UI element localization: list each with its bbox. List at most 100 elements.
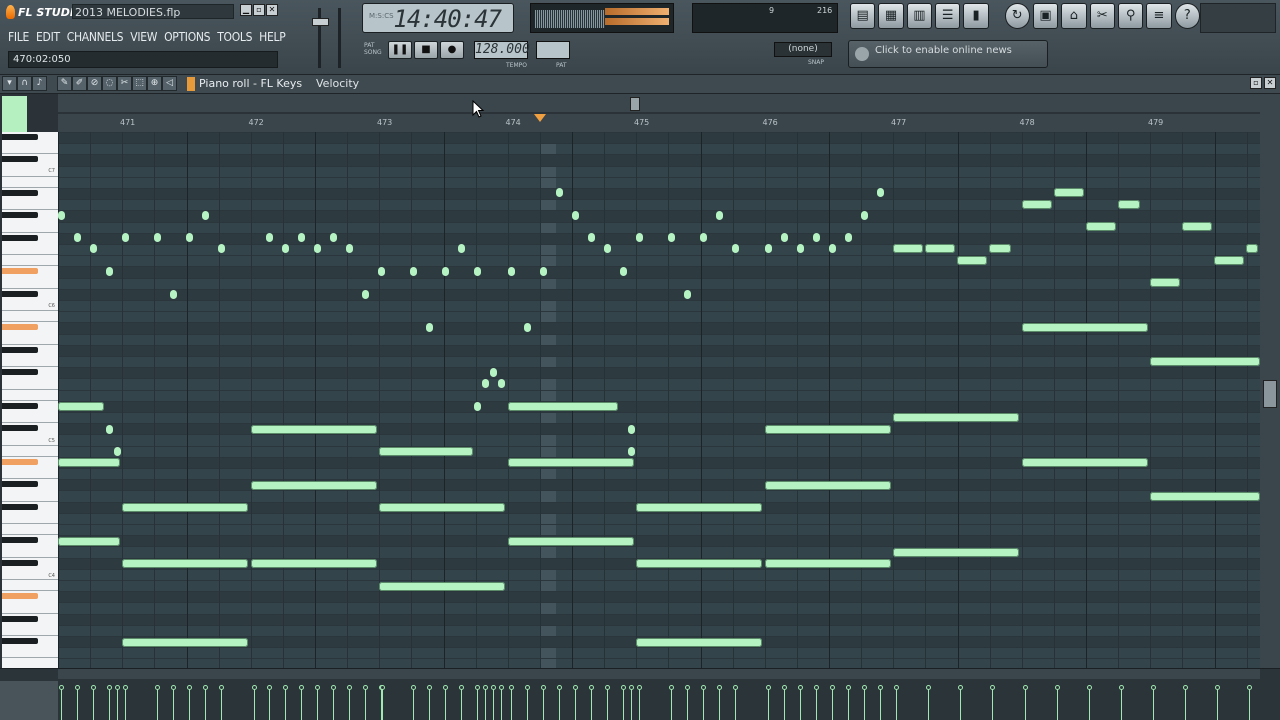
- short-note[interactable]: [106, 267, 113, 276]
- short-note[interactable]: [813, 233, 820, 242]
- keyboard-view-tools[interactable]: [30, 96, 56, 132]
- white-key[interactable]: [2, 412, 58, 424]
- velocity-bar[interactable]: [527, 688, 528, 720]
- note[interactable]: [765, 481, 891, 490]
- velocity-handle[interactable]: [1023, 685, 1028, 690]
- black-key[interactable]: [2, 402, 38, 409]
- short-note[interactable]: [170, 290, 177, 299]
- velocity-handle[interactable]: [541, 685, 546, 690]
- short-note[interactable]: [74, 233, 81, 242]
- short-note[interactable]: [540, 267, 547, 276]
- velocity-bar[interactable]: [1089, 688, 1090, 720]
- black-key[interactable]: [2, 503, 38, 510]
- velocity-bar[interactable]: [317, 688, 318, 720]
- short-note[interactable]: [58, 211, 65, 220]
- note[interactable]: [1150, 357, 1260, 366]
- white-key[interactable]: [2, 390, 58, 401]
- velocity-bar[interactable]: [205, 688, 206, 720]
- velocity-bar[interactable]: [1057, 688, 1058, 720]
- velocity-bar[interactable]: [928, 688, 929, 720]
- menu-arrow-icon[interactable]: ▾: [2, 76, 17, 91]
- note[interactable]: [251, 425, 377, 434]
- help-icon[interactable]: ?: [1174, 3, 1201, 29]
- note[interactable]: [379, 582, 505, 591]
- black-key[interactable]: [2, 190, 38, 196]
- velocity-bar[interactable]: [575, 688, 576, 720]
- velocity-bar[interactable]: [631, 688, 632, 720]
- save-icon[interactable]: ▣: [1032, 3, 1059, 29]
- note[interactable]: [1022, 458, 1148, 467]
- note[interactable]: [636, 559, 762, 568]
- menu-options[interactable]: OPTIONS: [164, 28, 210, 46]
- short-note[interactable]: [877, 188, 884, 197]
- pause-button[interactable]: ❚❚: [388, 41, 412, 59]
- velocity-bar[interactable]: [607, 688, 608, 720]
- white-key[interactable]: [2, 244, 58, 256]
- white-key[interactable]: [2, 177, 58, 188]
- velocity-bar[interactable]: [125, 688, 126, 720]
- white-key[interactable]: [2, 278, 58, 289]
- white-key[interactable]: [2, 378, 58, 390]
- black-key[interactable]: [2, 346, 38, 353]
- velocity-handle[interactable]: [459, 685, 464, 690]
- white-key[interactable]: [2, 546, 58, 558]
- velocity-bar[interactable]: [269, 688, 270, 720]
- menu-channels[interactable]: CHANNELS: [67, 28, 124, 46]
- velocity-bar[interactable]: [1121, 688, 1122, 720]
- velocity-bar[interactable]: [501, 688, 502, 720]
- velocity-handle[interactable]: [669, 685, 674, 690]
- short-note[interactable]: [765, 244, 772, 253]
- velocity-handle[interactable]: [1151, 685, 1156, 690]
- tempo-display[interactable]: 128.000: [474, 41, 530, 59]
- velocity-handle[interactable]: [331, 685, 336, 690]
- velocity-handle[interactable]: [315, 685, 320, 690]
- white-key[interactable]: [2, 658, 58, 668]
- velocity-bar[interactable]: [543, 688, 544, 720]
- short-note[interactable]: [330, 233, 337, 242]
- velocity-handle[interactable]: [878, 685, 883, 690]
- velocity-bar[interactable]: [61, 688, 62, 720]
- white-key[interactable]: [2, 446, 58, 457]
- black-key[interactable]: [2, 134, 38, 140]
- short-note[interactable]: [700, 233, 707, 242]
- velocity-bar[interactable]: [703, 688, 704, 720]
- velocity-bar[interactable]: [445, 688, 446, 720]
- menu-help[interactable]: HELP: [259, 28, 286, 46]
- velocity-handle[interactable]: [1087, 685, 1092, 690]
- black-key[interactable]: [2, 458, 38, 465]
- velocity-handle[interactable]: [107, 685, 112, 690]
- short-note[interactable]: [797, 244, 804, 253]
- note[interactable]: [58, 458, 120, 467]
- velocity-handle[interactable]: [830, 685, 835, 690]
- velocity-handle[interactable]: [990, 685, 995, 690]
- note[interactable]: [379, 447, 473, 456]
- velocity-handle[interactable]: [363, 685, 368, 690]
- velocity-handle[interactable]: [115, 685, 120, 690]
- velocity-bar[interactable]: [1025, 688, 1026, 720]
- white-key[interactable]: [2, 311, 58, 323]
- velocity-bar[interactable]: [109, 688, 110, 720]
- black-key[interactable]: [2, 537, 38, 544]
- lane-scrollbar[interactable]: [58, 669, 1260, 679]
- short-note[interactable]: [829, 244, 836, 253]
- velocity-bar[interactable]: [623, 688, 624, 720]
- velocity-handle[interactable]: [380, 685, 385, 690]
- velocity-bar[interactable]: [254, 688, 255, 720]
- white-key[interactable]: [2, 334, 58, 345]
- velocity-handle[interactable]: [637, 685, 642, 690]
- channel-color-swatch[interactable]: [2, 96, 27, 132]
- select-icon[interactable]: ⬚: [132, 76, 147, 91]
- velocity-bar[interactable]: [848, 688, 849, 720]
- velocity-bar[interactable]: [461, 688, 462, 720]
- velocity-handle[interactable]: [557, 685, 562, 690]
- short-note[interactable]: [636, 233, 643, 242]
- velocity-bar[interactable]: [864, 688, 865, 720]
- velocity-handle[interactable]: [155, 685, 160, 690]
- short-note[interactable]: [218, 244, 225, 253]
- white-key[interactable]: [2, 580, 58, 592]
- velocity-bar[interactable]: [77, 688, 78, 720]
- note[interactable]: [508, 458, 634, 467]
- velocity-handle[interactable]: [219, 685, 224, 690]
- velocity-bar[interactable]: [800, 688, 801, 720]
- short-note[interactable]: [845, 233, 852, 242]
